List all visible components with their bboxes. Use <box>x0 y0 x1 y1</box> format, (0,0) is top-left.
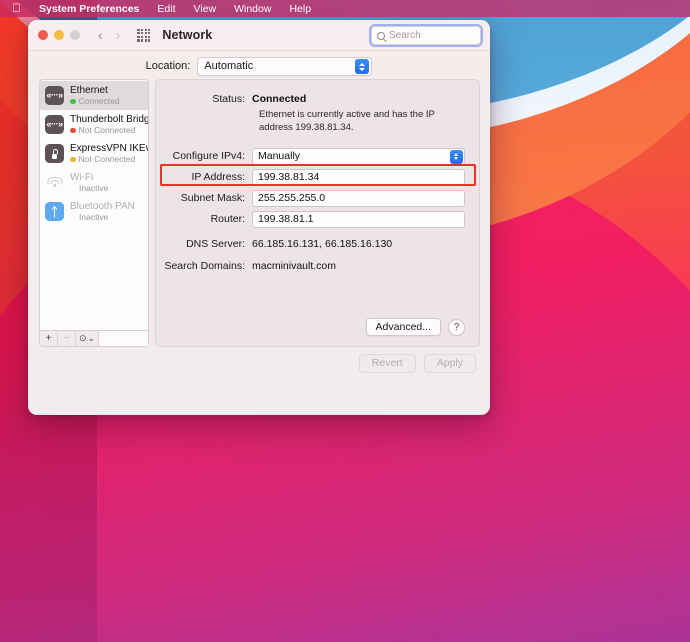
chevron-updown-icon <box>354 59 369 74</box>
bluetooth-icon: ᛏ <box>45 202 64 221</box>
minimize-button[interactable] <box>54 30 64 40</box>
service-actions-menu-button[interactable]: ⊙ ⌄ <box>76 331 99 346</box>
ip-address-label: IP Address: <box>191 171 245 184</box>
apple-logo-icon[interactable]:  <box>8 2 30 15</box>
revert-button: Revert <box>358 353 416 373</box>
ethernet-icon: «···» <box>45 115 64 134</box>
sidebar-item-bluetooth-pan[interactable]: ᛏ Bluetooth PAN Inactive <box>40 197 148 226</box>
network-services-list: «···» Ethernet Connected «···» Thunderbo… <box>39 79 149 330</box>
service-status: Inactive <box>79 182 109 193</box>
menu-item-system-preferences[interactable]: System Preferences <box>30 3 148 15</box>
menu-item-edit[interactable]: Edit <box>148 3 184 15</box>
configure-ipv4-value: Manually <box>258 150 301 163</box>
window-footer: Revert Apply <box>28 347 490 383</box>
menu-item-help[interactable]: Help <box>280 3 320 15</box>
sidebar-item-wi-fi[interactable]: Wi-Fi Inactive <box>40 168 148 197</box>
sidebar-item-ethernet[interactable]: «···» Ethernet Connected <box>40 81 148 110</box>
router-row: Router: 199.38.81.1 <box>164 210 465 228</box>
maximize-button <box>70 30 80 40</box>
status-row: Status: Connected <box>164 93 465 105</box>
search-domains-value: macminivault.com <box>252 259 337 272</box>
forward-chevron-icon: › <box>115 27 121 43</box>
detail-buttons: Advanced... ? <box>164 318 465 336</box>
dns-server-row: DNS Server: 66.185.16.131, 66.185.16.130 <box>164 238 465 250</box>
remove-service-button: − <box>58 331 76 346</box>
wifi-icon <box>45 173 64 192</box>
status-dot-red <box>70 127 76 134</box>
sidebar-item-thunderbolt-bridge[interactable]: «···» Thunderbolt Bridge Not Connected <box>40 110 148 139</box>
ethernet-icon: «···» <box>45 86 64 105</box>
router-label: Router: <box>210 213 245 226</box>
configure-ipv4-label: Configure IPv4: <box>172 150 245 163</box>
back-chevron-icon[interactable]: ‹ <box>98 28 103 42</box>
location-row: Location: Automatic <box>28 51 490 79</box>
sidebar-item-expressvpn-ikev2[interactable]: ExpressVPN IKEv2 Not Connected <box>40 139 148 168</box>
service-status: Not Connected <box>70 154 143 164</box>
service-status: Inactive <box>79 211 109 222</box>
apply-button: Apply <box>423 353 476 373</box>
service-name: Bluetooth PAN <box>70 200 135 212</box>
window-body: «···» Ethernet Connected «···» Thunderbo… <box>28 79 490 347</box>
subnet-mask-label: Subnet Mask: <box>180 192 245 205</box>
status-dot-amber <box>70 156 76 163</box>
service-status: Connected <box>70 96 120 106</box>
service-name: ExpressVPN IKEv2 <box>70 142 149 154</box>
search-icon <box>377 31 385 40</box>
menu-item-view[interactable]: View <box>185 3 226 15</box>
status-dot-green <box>70 98 76 105</box>
service-status: Not Connected <box>70 125 143 135</box>
menu-item-window[interactable]: Window <box>225 3 280 15</box>
search-placeholder: Search <box>389 30 421 41</box>
search-field-wrapper: Search <box>369 24 483 47</box>
navigation-buttons: ‹ › <box>98 28 120 42</box>
location-label: Location: <box>145 60 191 72</box>
window-title-bar: ‹ › Network Search <box>28 20 490 51</box>
ip-address-row: IP Address: 199.38.81.34 <box>164 168 465 186</box>
service-name: Thunderbolt Bridge <box>70 113 149 125</box>
sidebar-toolbar: + − ⊙ ⌄ <box>39 330 149 347</box>
network-detail-panel: Status: Connected Ethernet is currently … <box>155 79 480 347</box>
service-name: Ethernet <box>70 84 108 96</box>
configure-ipv4-row: Configure IPv4: Manually <box>164 147 465 165</box>
search-input[interactable]: Search <box>371 26 481 45</box>
subnet-mask-input[interactable]: 255.255.255.0 <box>252 189 465 207</box>
network-services-sidebar: «···» Ethernet Connected «···» Thunderbo… <box>39 79 149 347</box>
page-title: Network <box>162 28 213 42</box>
show-all-grid-icon[interactable] <box>137 28 151 42</box>
menu-bar:  System Preferences Edit View Window He… <box>0 0 690 17</box>
location-dropdown[interactable]: Automatic <box>197 56 373 76</box>
status-description: Ethernet is currently active and has the… <box>259 109 435 133</box>
traffic-lights <box>38 30 80 40</box>
configure-ipv4-dropdown[interactable]: Manually <box>252 147 465 165</box>
network-preferences-window: ‹ › Network Search Location: Automatic «… <box>28 20 490 415</box>
subnet-mask-row: Subnet Mask: 255.255.255.0 <box>164 189 465 207</box>
search-domains-row: Search Domains: macminivault.com <box>164 260 465 272</box>
search-domains-label: Search Domains: <box>164 259 245 272</box>
close-button[interactable] <box>38 30 48 40</box>
status-label: Status: <box>212 93 245 105</box>
advanced-button[interactable]: Advanced... <box>365 318 441 336</box>
service-name: Wi-Fi <box>70 171 94 183</box>
location-value: Automatic <box>204 60 254 72</box>
add-service-button[interactable]: + <box>40 331 58 346</box>
dns-server-value: 66.185.16.131, 66.185.16.130 <box>252 237 393 250</box>
lock-icon <box>45 144 64 163</box>
ip-address-input[interactable]: 199.38.81.34 <box>252 168 465 186</box>
status-value: Connected <box>252 93 307 105</box>
sidebar-toolbar-filler <box>99 331 148 346</box>
router-input[interactable]: 199.38.81.1 <box>252 210 465 228</box>
dns-server-label: DNS Server: <box>186 237 245 250</box>
chevron-updown-icon <box>449 149 463 164</box>
help-button[interactable]: ? <box>448 318 465 336</box>
